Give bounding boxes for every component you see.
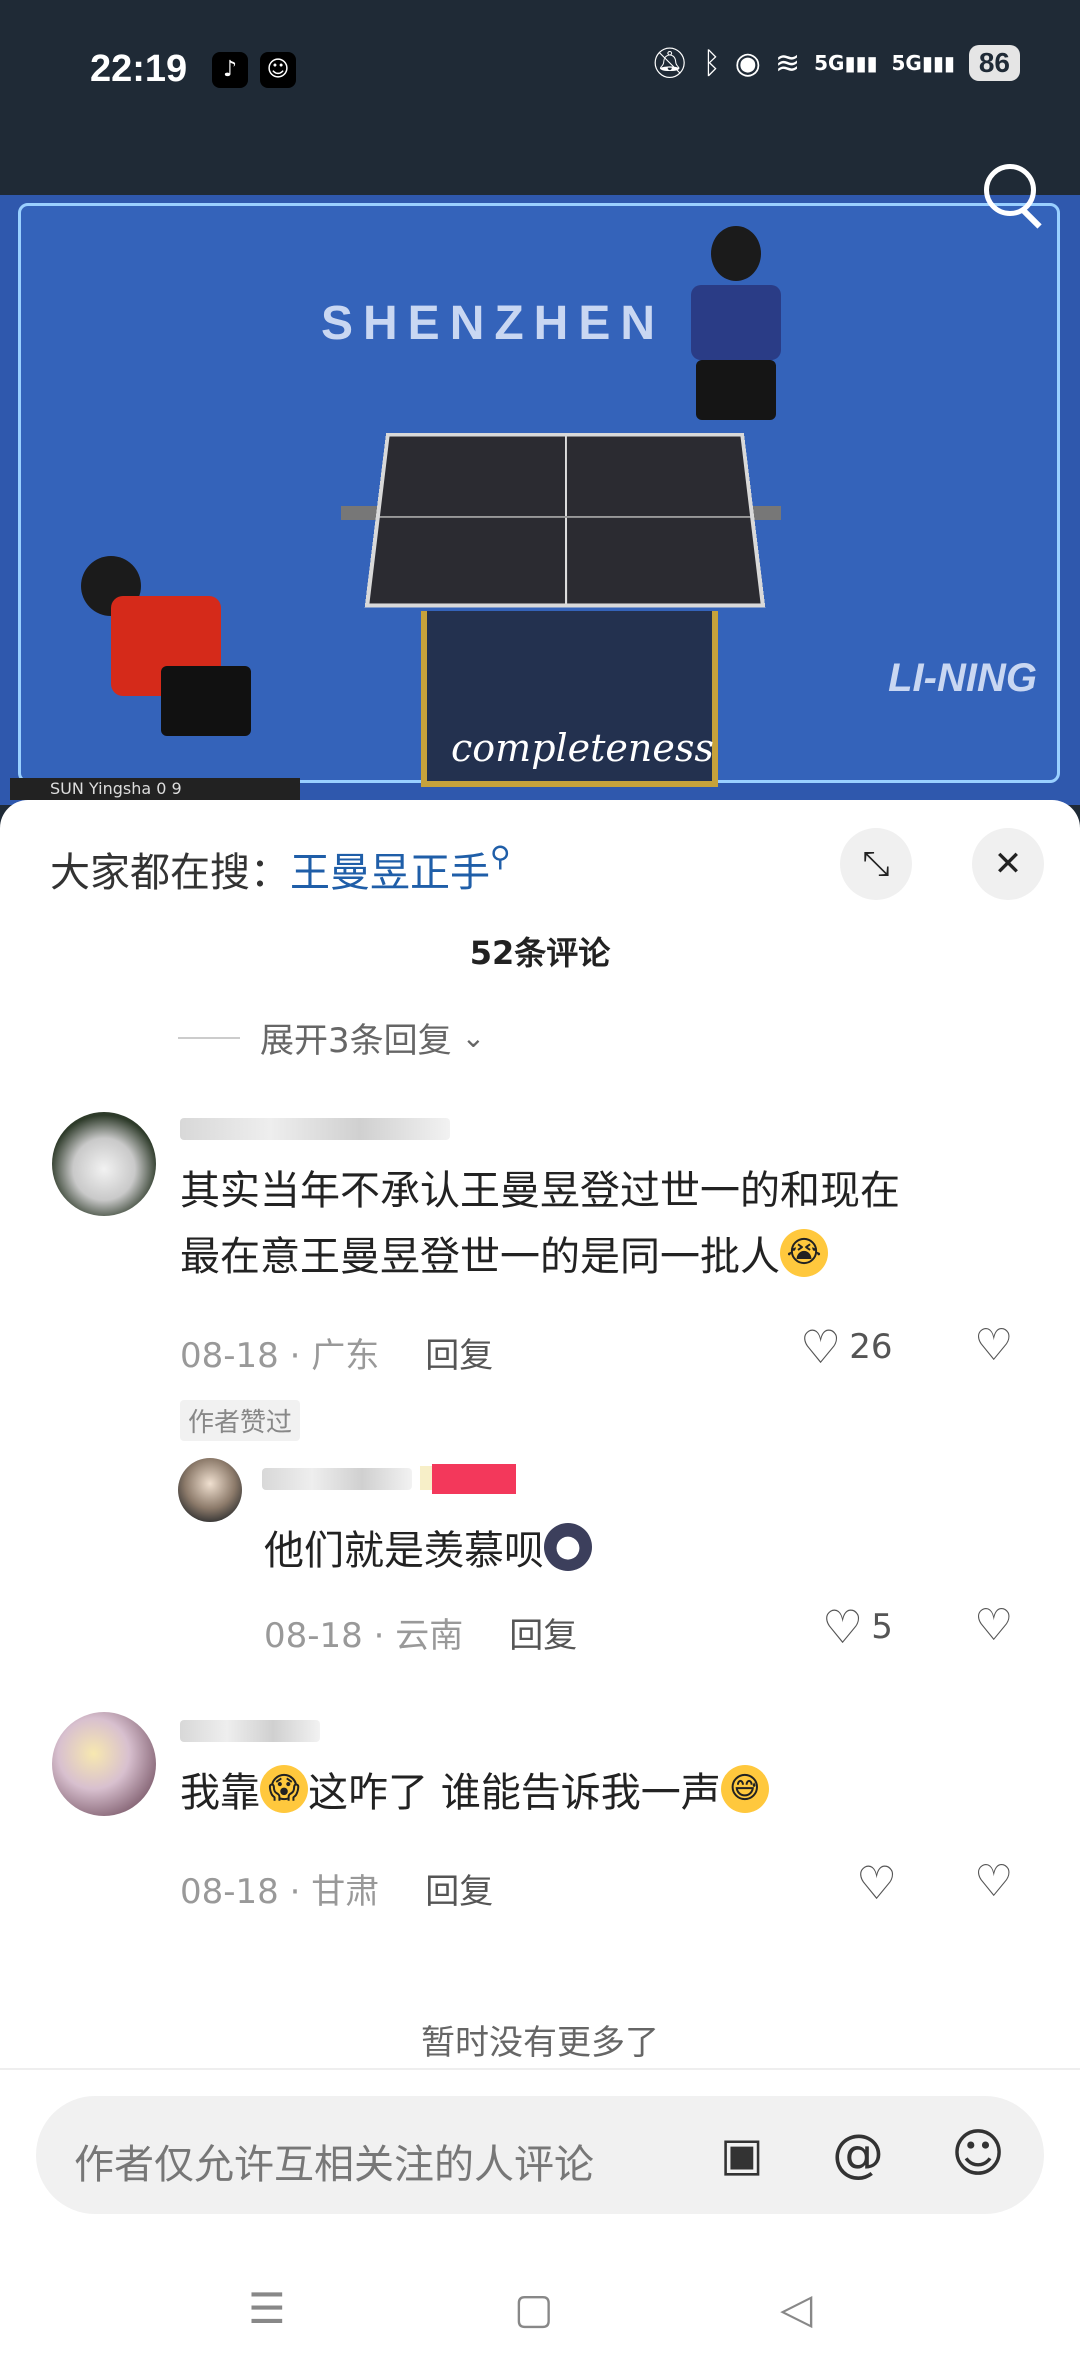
author-liked-badge: 作者赞过 (180, 1400, 301, 1441)
venue-sign: SHENZHEN (321, 297, 666, 350)
heart-icon: ♡ (822, 1600, 864, 1654)
username-blurred[interactable] (180, 1118, 450, 1140)
crying-emoji-icon: 😭 (780, 1229, 828, 1277)
hot-search-keyword[interactable]: 王曼昱正手 (290, 850, 490, 896)
comment-count-title: 52条评论 (469, 934, 611, 972)
avatar[interactable] (52, 1112, 156, 1216)
status-icons: 🔕︎ ᛒ ◉ ≋ 5G▮▮▮ 5G▮▮▮ 86 (651, 45, 1020, 81)
ping-pong-table (364, 433, 766, 608)
close-icon[interactable]: ✕ (972, 828, 1044, 900)
comment-meta: 08-18 · 广东 回复 (180, 1336, 494, 1376)
bluetooth-icon: ᛒ (702, 45, 721, 81)
avatar-3[interactable] (52, 1712, 156, 1816)
status-bar: 22:19 ♪ ☺ 🔕︎ ᛒ ◉ ≋ 5G▮▮▮ 5G▮▮▮ 86 (0, 0, 1080, 195)
scoreboard: SUN Yingsha 0 9 (10, 778, 300, 800)
video-caption: completeness (451, 726, 714, 770)
reply-avatar[interactable] (178, 1458, 242, 1522)
fullscreen-expand-icon[interactable]: ⤡ (840, 828, 912, 900)
reply-button[interactable]: 回复 (425, 1336, 493, 1376)
heart-icon: ♡ (800, 1320, 842, 1374)
video-player[interactable]: SHENZHEN LI-NING completeness SUN Yingsh… (0, 195, 1080, 805)
comment-input-placeholder: 作者仅允许互相关注的人评论 (74, 2142, 594, 2188)
comment-text-3: 我靠 😱 这咋了 谁能告诉我一声 😅 (180, 1760, 769, 1826)
home-icon[interactable]: ▢ (514, 2284, 554, 2333)
reply-button-3[interactable]: 回复 (425, 1872, 493, 1912)
expand-replies-button[interactable]: 展开3条回复 ⌄ (178, 1013, 485, 1062)
comments-panel: 大家都在搜：王曼昱正手⚲ ⤡ ✕ 52条评论 展开3条回复 ⌄ 其实当年不承认王… (0, 800, 1080, 2373)
mute-icon: 🔕︎ (650, 45, 689, 81)
like-button-3[interactable]: ♡ (856, 1856, 897, 1910)
image-icon[interactable]: ▣ (712, 2124, 772, 2184)
back-icon[interactable]: ◁ (780, 2284, 812, 2333)
video-frame: SHENZHEN LI-NING completeness (18, 203, 1060, 787)
comment-text: 其实当年不承认王曼昱登过世一的和现在 最在意王曼昱登世一的是同一批人 😭 (180, 1168, 900, 1280)
reply-button-2[interactable]: 回复 (509, 1616, 577, 1656)
reply-text: 他们就是羡慕呗 ● (264, 1518, 592, 1584)
signal-5g-icon: 5G▮▮▮ (814, 51, 878, 75)
divider-line (178, 1036, 240, 1039)
tiktok-icon: ♪ (212, 52, 248, 88)
player-red (61, 556, 251, 786)
hot-search-prefix: 大家都在搜： (50, 850, 290, 896)
like-button[interactable]: ♡ 26 (800, 1320, 893, 1374)
divider (0, 2068, 1080, 2070)
location-icon: ◉ (734, 45, 761, 81)
menu-icon[interactable]: ☰ (248, 2284, 286, 2333)
player-blue (686, 226, 786, 426)
signal-5g-icon-2: 5G▮▮▮ (891, 51, 955, 75)
search-icon[interactable] (978, 158, 1048, 229)
moon-face-emoji-icon: ● (544, 1523, 592, 1571)
username-blurred-3[interactable] (180, 1720, 320, 1742)
grin-sweat-emoji-icon: 😅 (720, 1765, 769, 1813)
dislike-icon-3[interactable]: ♡ (974, 1856, 1013, 1907)
dislike-icon-2[interactable]: ♡ (974, 1600, 1013, 1651)
clock: 22:19 (90, 48, 188, 90)
search-small-icon: ⚲ (490, 840, 511, 873)
screaming-emoji-icon: 😱 (260, 1765, 308, 1813)
no-more-label: 暂时没有更多了 (421, 2023, 659, 2063)
system-navigation-bar: ☰ ▢ ◁ (0, 2270, 1080, 2373)
emoji-icon[interactable]: ☺ (948, 2124, 1008, 2184)
heart-icon: ♡ (856, 1856, 898, 1910)
comment-meta-3: 08-18 · 甘肃 回复 (180, 1872, 494, 1912)
app-notification-icon: ☺ (260, 52, 296, 88)
chevron-down-icon: ⌄ (461, 1021, 486, 1054)
dislike-icon[interactable]: ♡ (974, 1320, 1013, 1371)
like-button-2[interactable]: ♡ 5 (822, 1600, 893, 1654)
battery-indicator: 86 (968, 45, 1020, 81)
reply-username-blurred[interactable] (262, 1468, 412, 1490)
expand-replies-label: 展开3条回复 (260, 1021, 452, 1061)
reply-meta: 08-18 · 云南 回复 (264, 1616, 578, 1656)
comment-input[interactable]: 作者仅允许互相关注的人评论 ▣ @ ☺ (36, 2096, 1044, 2214)
wifi-icon: ≋ (774, 45, 801, 81)
hot-search[interactable]: 大家都在搜：王曼昱正手⚲ (50, 840, 511, 898)
fan-badge (432, 1464, 516, 1494)
sponsor-sign: LI-NING (888, 656, 1037, 700)
mention-icon[interactable]: @ (828, 2124, 888, 2184)
